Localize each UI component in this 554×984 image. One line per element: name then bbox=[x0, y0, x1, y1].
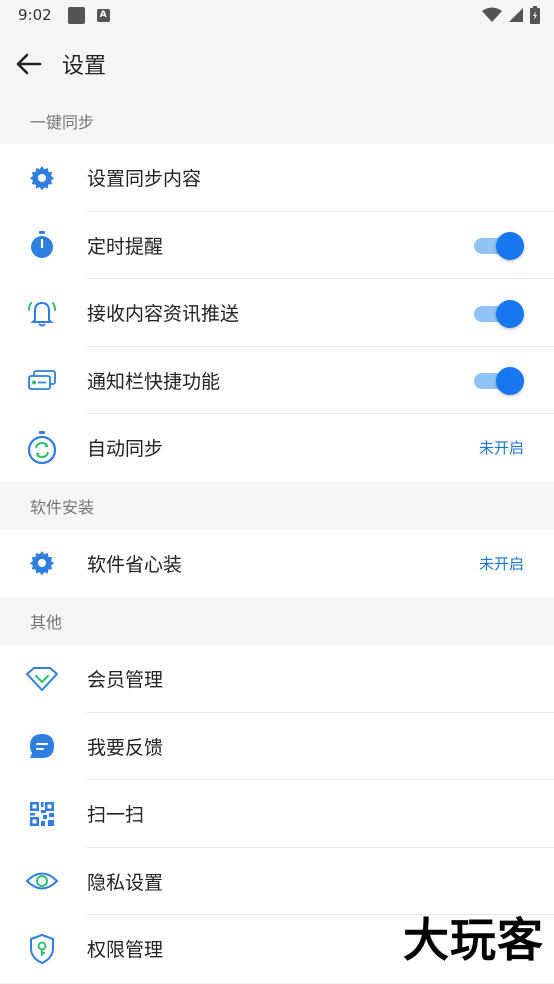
gear-icon bbox=[0, 144, 87, 212]
setting-label: 隐私设置 bbox=[87, 871, 164, 894]
diamond-icon bbox=[0, 645, 87, 713]
status-bar: 9:02 A bbox=[0, 0, 554, 30]
wifi-icon bbox=[482, 7, 502, 22]
auto-sync-status: 未开启 bbox=[478, 439, 524, 458]
setting-notification-shortcut[interactable]: 通知栏快捷功能 bbox=[0, 347, 554, 415]
qr-code-icon bbox=[0, 780, 87, 848]
setting-label: 软件省心装 bbox=[87, 553, 183, 576]
notification-card-icon bbox=[0, 347, 87, 415]
sync-clock-icon bbox=[0, 414, 87, 482]
chat-bubble-icon bbox=[0, 713, 87, 781]
eye-icon bbox=[0, 848, 87, 916]
setting-label: 扫一扫 bbox=[87, 804, 145, 827]
section-install: 软件省心装 未开启 bbox=[0, 529, 554, 598]
setting-push-notifications[interactable]: 接收内容资讯推送 bbox=[0, 279, 554, 347]
setting-easy-install[interactable]: 软件省心装 未开启 bbox=[0, 530, 554, 598]
status-time: 9:02 bbox=[18, 6, 52, 24]
section-header-other: 其他 bbox=[30, 613, 63, 632]
back-button[interactable] bbox=[4, 39, 54, 89]
setting-label: 设置同步内容 bbox=[87, 168, 202, 191]
section-header-sync: 一键同步 bbox=[30, 113, 95, 132]
setting-membership[interactable]: 会员管理 bbox=[0, 645, 554, 713]
setting-sync-content[interactable]: 设置同步内容 bbox=[0, 144, 554, 212]
setting-timed-reminder[interactable]: 定时提醒 bbox=[0, 212, 554, 280]
signal-icon bbox=[509, 8, 523, 22]
section-header-install: 软件安装 bbox=[30, 497, 95, 517]
gear-icon bbox=[0, 530, 87, 598]
battery-icon bbox=[530, 6, 540, 24]
push-notifications-toggle[interactable] bbox=[474, 299, 524, 328]
setting-auto-sync[interactable]: 自动同步 未开启 bbox=[0, 414, 554, 482]
setting-label: 会员管理 bbox=[87, 669, 164, 692]
toggle-thumb bbox=[496, 367, 524, 396]
section-sync: 设置同步内容 定时提醒 接收内容资讯推送 通知栏快捷功能 自动同步 未开启 bbox=[0, 144, 554, 482]
arrow-left-icon bbox=[16, 53, 42, 75]
toggle-thumb bbox=[496, 232, 524, 261]
easy-install-status: 未开启 bbox=[478, 554, 524, 573]
setting-label: 接收内容资讯推送 bbox=[87, 303, 240, 326]
bell-icon bbox=[0, 279, 87, 347]
status-indicators bbox=[482, 6, 540, 24]
toggle-thumb bbox=[496, 299, 524, 328]
app-notification-icon bbox=[67, 6, 85, 24]
stopwatch-icon bbox=[0, 212, 87, 280]
keyboard-notification-icon: A bbox=[96, 8, 110, 22]
app-bar: 设置 bbox=[0, 30, 554, 98]
setting-label: 我要反馈 bbox=[87, 736, 164, 759]
shield-key-icon bbox=[0, 915, 87, 983]
setting-label: 通知栏快捷功能 bbox=[87, 370, 221, 393]
watermark: 大玩客 bbox=[403, 913, 544, 967]
notification-shortcut-toggle[interactable] bbox=[474, 366, 524, 396]
setting-scan[interactable]: 扫一扫 bbox=[0, 780, 554, 848]
settings-screen: 9:02 A 设置 一键同步 设置同步内容 定时提醒 接收内容资讯推送 通知栏快… bbox=[0, 0, 554, 984]
setting-label: 定时提醒 bbox=[87, 235, 164, 258]
timed-reminder-toggle[interactable] bbox=[474, 231, 524, 261]
setting-label: 自动同步 bbox=[87, 438, 164, 461]
page-title: 设置 bbox=[62, 54, 107, 79]
setting-feedback[interactable]: 我要反馈 bbox=[0, 713, 554, 781]
